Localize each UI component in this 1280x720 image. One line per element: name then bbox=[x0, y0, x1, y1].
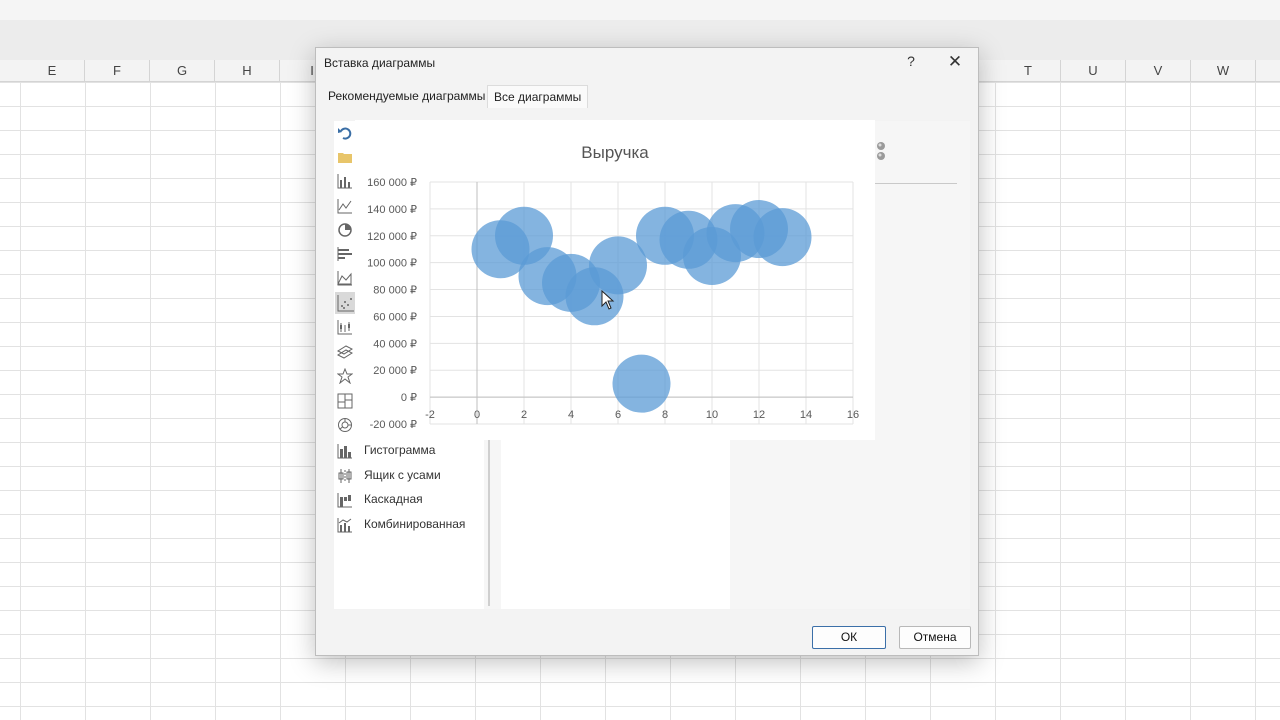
chart-type-box-whisker[interactable]: Ящик с усами bbox=[337, 466, 441, 484]
help-button[interactable]: ? bbox=[904, 53, 918, 69]
surface-chart-icon[interactable] bbox=[337, 344, 353, 360]
divider bbox=[874, 183, 957, 184]
x-tick-label: 6 bbox=[615, 409, 621, 421]
bubble-point bbox=[753, 208, 812, 267]
pie-chart-icon[interactable] bbox=[337, 222, 353, 238]
y-tick-label: 100 000 ₽ bbox=[367, 258, 417, 270]
column-header-t[interactable]: T bbox=[996, 60, 1061, 81]
histogram-icon bbox=[337, 443, 353, 459]
y-tick-label: 80 000 ₽ bbox=[373, 285, 417, 297]
tab-recommended-charts[interactable]: Рекомендуемые диаграммы bbox=[322, 85, 491, 107]
area-chart-icon[interactable] bbox=[337, 270, 353, 286]
chart-type-label: Комбинированная bbox=[364, 517, 466, 531]
sunburst-chart-icon[interactable] bbox=[337, 417, 353, 433]
line-chart-icon[interactable] bbox=[337, 198, 353, 214]
radar-chart-icon[interactable] bbox=[337, 368, 353, 384]
chart-type-combo[interactable]: Комбинированная bbox=[337, 515, 465, 533]
dialog-title: Вставка диаграммы bbox=[324, 56, 436, 70]
bubble-chart: 160 000 ₽140 000 ₽120 000 ₽100 000 ₽80 0… bbox=[367, 177, 859, 431]
x-tick-label: 10 bbox=[706, 409, 718, 421]
combo-chart-icon bbox=[337, 517, 353, 533]
x-tick-label: 4 bbox=[568, 409, 574, 421]
y-tick-label: -20 000 ₽ bbox=[370, 419, 417, 431]
x-tick-label: -2 bbox=[425, 409, 435, 421]
x-tick-label: 12 bbox=[753, 409, 765, 421]
column-header-u[interactable]: U bbox=[1061, 60, 1126, 81]
treemap-chart-icon[interactable] bbox=[337, 393, 353, 409]
y-tick-label: 20 000 ₽ bbox=[373, 365, 417, 377]
scatter-chart-icon[interactable] bbox=[335, 292, 357, 314]
waterfall-icon bbox=[337, 492, 353, 508]
y-tick-label: 160 000 ₽ bbox=[367, 177, 417, 189]
column-header-w[interactable]: W bbox=[1191, 60, 1256, 81]
bar-chart-icon[interactable] bbox=[337, 246, 353, 262]
bubble-point bbox=[612, 354, 671, 413]
stock-chart-icon[interactable] bbox=[337, 319, 353, 335]
box-whisker-icon bbox=[337, 468, 353, 484]
ok-button[interactable]: ОК bbox=[812, 626, 886, 649]
chart-type-label: Ящик с усами bbox=[364, 468, 441, 482]
y-tick-label: 140 000 ₽ bbox=[367, 204, 417, 216]
x-tick-label: 2 bbox=[521, 409, 527, 421]
x-tick-label: 14 bbox=[800, 409, 812, 421]
chart-type-waterfall[interactable]: Каскадная bbox=[337, 490, 423, 508]
chart-type-histogram[interactable]: Гистограмма bbox=[337, 441, 435, 459]
bubble-3d-icon[interactable] bbox=[872, 138, 892, 166]
y-tick-label: 120 000 ₽ bbox=[367, 231, 417, 243]
cancel-button[interactable]: Отмена bbox=[899, 626, 971, 649]
chart-type-label: Гистограмма bbox=[364, 443, 436, 457]
y-tick-label: 40 000 ₽ bbox=[373, 338, 417, 350]
tab-all-charts[interactable]: Все диаграммы bbox=[487, 85, 589, 108]
column-header-h[interactable]: H bbox=[215, 60, 280, 81]
y-tick-label: 0 ₽ bbox=[401, 392, 417, 404]
undo-icon[interactable] bbox=[337, 125, 353, 141]
y-tick-label: 60 000 ₽ bbox=[373, 311, 417, 323]
chart-preview: Выручка 160 000 ₽140 000 ₽120 000 ₽100 0… bbox=[355, 120, 875, 440]
column-header-f[interactable]: F bbox=[85, 60, 150, 81]
folder-icon[interactable] bbox=[337, 149, 353, 165]
column-header-e[interactable]: E bbox=[20, 60, 85, 81]
title-bar bbox=[0, 0, 1280, 20]
close-button[interactable]: ✕ bbox=[946, 52, 964, 72]
mouse-cursor-icon bbox=[601, 290, 615, 310]
x-tick-label: 16 bbox=[847, 409, 859, 421]
chart-type-label: Каскадная bbox=[364, 492, 423, 506]
column-header-v[interactable]: V bbox=[1126, 60, 1191, 81]
column-chart-icon[interactable] bbox=[337, 173, 353, 189]
x-tick-label: 8 bbox=[662, 409, 668, 421]
column-header-g[interactable]: G bbox=[150, 60, 215, 81]
x-tick-label: 0 bbox=[474, 409, 480, 421]
